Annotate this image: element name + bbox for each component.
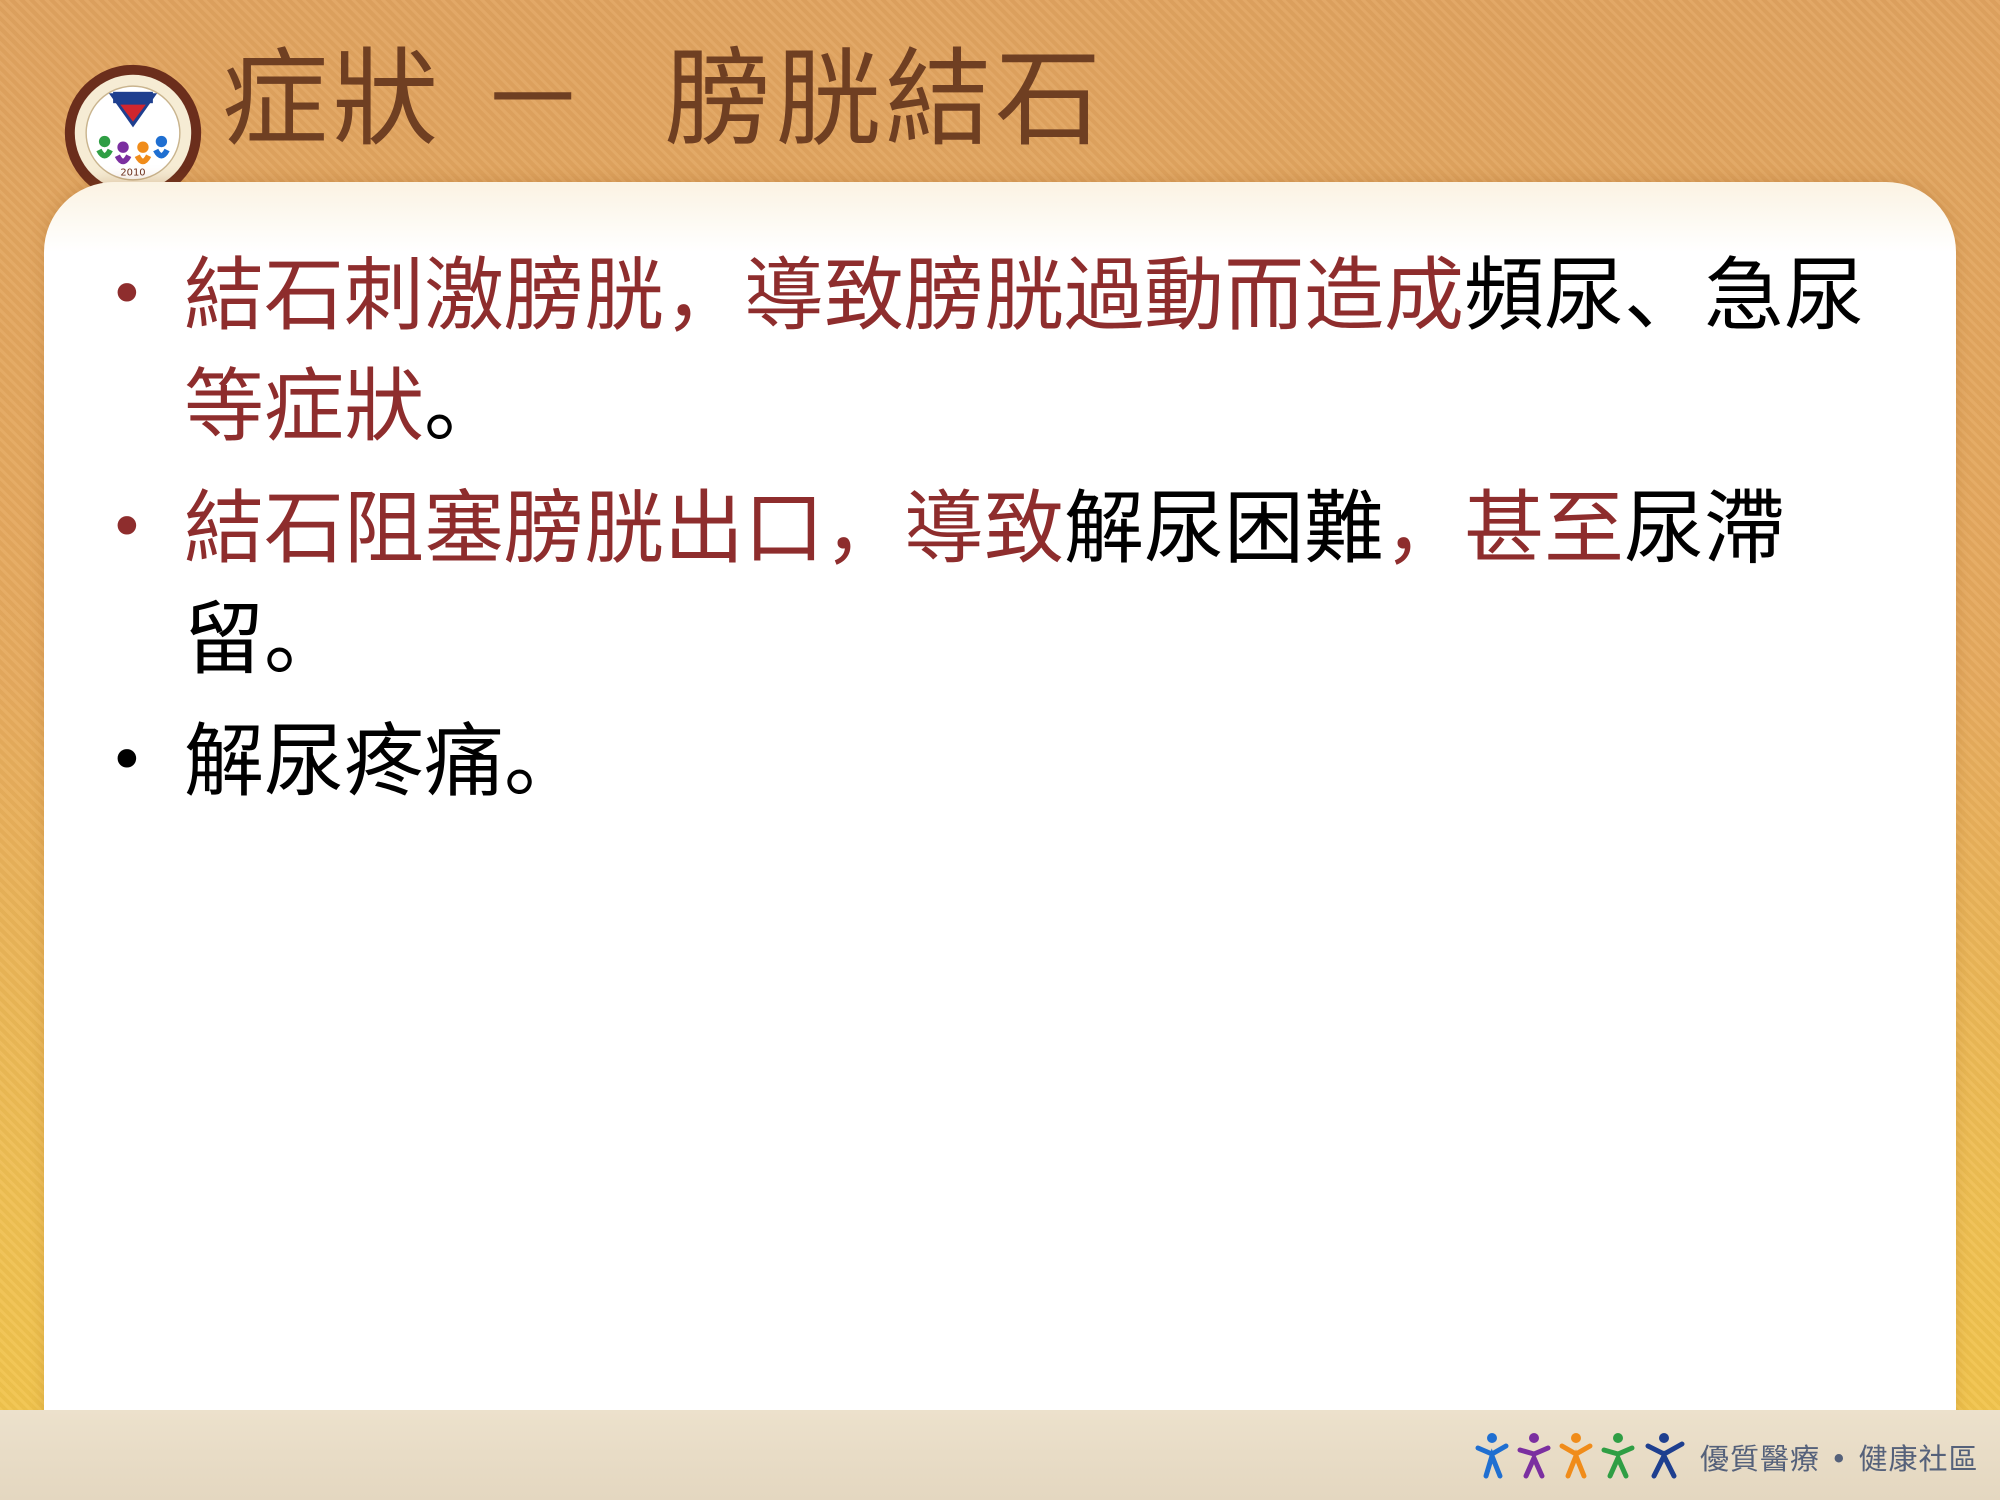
bullet-item-bladder-irritation: • 結石刺激膀胱，導致膀胱過動而造成頻尿、急尿等症狀。 [104,240,1884,462]
bullet-text-segment: 頻尿、急尿 [1464,249,1864,342]
bullet-text-segment: 解尿困難 [1064,482,1384,575]
bullet-dot-icon: • [108,724,146,798]
slide-title: 症狀 － 膀胱結石 [222,38,1106,161]
bullet-text-segment: 解尿疼痛。 [184,715,584,808]
bullet-text-segment: 。 [264,593,344,686]
bullet-item-painful-urination: • 解尿疼痛。 [104,706,1884,817]
people-figures-icon [1472,1428,1696,1484]
footer-tagline: 優質醫療 • 健康社區 [1700,1442,1979,1476]
bullet-text-segment: 等症狀 [184,360,424,453]
bullet-list: • 結石刺激膀胱，導致膀胱過動而造成頻尿、急尿等症狀。 • 結石阻塞膀胱出口，導… [104,240,1884,828]
bullet-dot-icon: • [108,258,146,332]
bullet-dot-icon: • [108,491,146,565]
seal-year: 2010 [120,168,145,179]
bullet-text-segment: 。 [424,360,504,453]
bullet-text-segment: 結石阻塞膀胱出口，導致 [184,482,1064,575]
bullet-item-outlet-obstruction: • 結石阻塞膀胱出口，導致解尿困難，甚至尿滯留。 [104,473,1884,695]
bullet-text-segment: ，甚至 [1384,482,1624,575]
bullet-text-segment: 結石刺激膀胱，導致膀胱過動而造成 [184,249,1464,342]
